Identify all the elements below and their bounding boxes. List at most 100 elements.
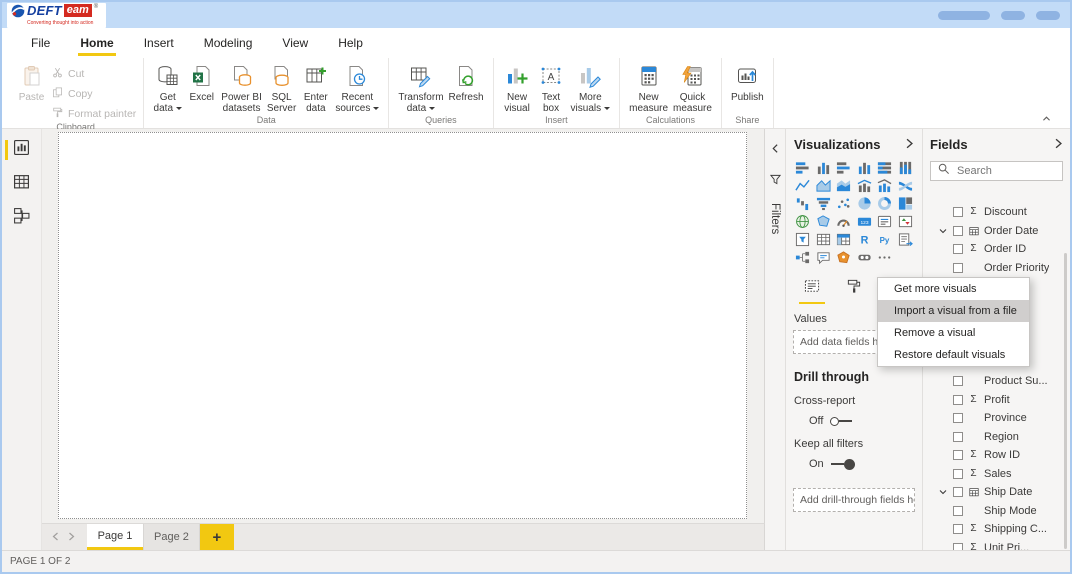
field-checkbox[interactable] [953, 542, 963, 550]
menu-file[interactable]: File [16, 28, 65, 58]
tab-fields[interactable] [799, 278, 825, 304]
field-checkbox[interactable] [953, 505, 963, 516]
menu-help[interactable]: Help [323, 28, 378, 58]
field-checkbox[interactable] [953, 244, 963, 255]
viz-treemap[interactable] [897, 197, 915, 214]
window-control-pill[interactable] [938, 10, 990, 20]
context-menu-item-restore-default-visuals[interactable]: Restore default visuals [878, 344, 1029, 366]
page-tab-page-1[interactable]: Page 1 [87, 524, 143, 550]
collapse-ribbon-button[interactable] [1038, 112, 1054, 125]
field-item-ship-mode[interactable]: Ship Mode [929, 502, 1064, 521]
collapse-chevron-icon[interactable] [936, 487, 949, 497]
viz-kpi[interactable] [897, 215, 915, 232]
viz-multi-row-card[interactable] [876, 215, 894, 232]
new-page-button[interactable]: + [199, 524, 234, 550]
viz-hundred-stacked-column-chart[interactable] [897, 161, 915, 178]
ribbon-text-box-button[interactable]: A Text box [535, 63, 568, 115]
sidebar-model-view-button[interactable] [2, 205, 42, 231]
viz-qa-visual[interactable] [815, 252, 833, 268]
viz-pie-chart[interactable] [856, 197, 874, 214]
ribbon-new-measure-button[interactable]: New measure [627, 63, 670, 115]
viz-funnel-chart[interactable] [815, 197, 833, 214]
viz-key-influencers[interactable] [794, 251, 812, 268]
viz-slicer[interactable] [794, 232, 812, 250]
viz-map[interactable] [794, 215, 812, 232]
collapse-chevron-icon[interactable] [936, 226, 949, 236]
viz-stacked-column-chart[interactable] [815, 162, 833, 178]
collapse-fields-chevron-icon[interactable] [1054, 137, 1063, 152]
expand-filters-chevron-icon[interactable] [770, 141, 781, 159]
previous-page-icon[interactable] [52, 528, 59, 546]
ribbon-sql-server-button[interactable]: SQL Server [265, 63, 298, 115]
viz-line-and-stacked-column-chart[interactable] [856, 179, 874, 196]
field-item-order-date[interactable]: Order Date [929, 222, 1064, 241]
context-menu-item-get-more-visuals[interactable]: Get more visuals [878, 278, 1029, 300]
ribbon-cut-button[interactable]: Cut [51, 66, 136, 82]
cross-report-toggle[interactable] [830, 416, 853, 426]
field-item-unit-pri[interactable]: Σ Unit Pri... [929, 539, 1064, 550]
ribbon-refresh-button[interactable]: Refresh [447, 63, 486, 104]
field-checkbox[interactable] [953, 413, 963, 424]
field-item-product-su[interactable]: Product Su... [929, 372, 1064, 391]
viz-arcgis-map[interactable] [835, 251, 853, 268]
ribbon-transform-data-button[interactable]: Transform data [396, 63, 445, 115]
field-item-order-id[interactable]: Σ Order ID [929, 240, 1064, 259]
ribbon-paste-button[interactable]: Paste [15, 63, 48, 104]
field-checkbox[interactable] [953, 487, 963, 498]
ribbon-more-visuals-button[interactable]: More visuals [569, 63, 613, 115]
viz-gauge[interactable] [835, 216, 853, 232]
field-item-order-priority[interactable]: Order Priority [929, 259, 1064, 278]
next-page-icon[interactable] [68, 528, 75, 546]
field-checkbox[interactable] [953, 450, 963, 461]
viz-clustered-column-chart[interactable] [856, 162, 874, 178]
sidebar-report-view-button[interactable] [2, 137, 42, 163]
viz-area-chart[interactable] [815, 179, 833, 196]
window-control-pill[interactable] [1036, 10, 1060, 20]
ribbon-copy-button[interactable]: Copy [51, 86, 136, 102]
viz-stacked-bar-chart[interactable] [794, 162, 812, 178]
filter-funnel-icon[interactable] [769, 172, 781, 190]
viz-donut-chart[interactable] [876, 197, 894, 214]
context-menu-item-remove-a-visual[interactable]: Remove a visual [878, 322, 1029, 344]
ribbon-new-visual-button[interactable]: New visual [501, 63, 534, 115]
report-page-canvas[interactable] [58, 132, 747, 519]
viz-line-and-clustered-column-chart[interactable] [876, 179, 894, 196]
viz-r-script-visual[interactable]: R [856, 234, 874, 250]
tab-format[interactable] [841, 278, 867, 304]
field-item-ship-date[interactable]: Ship Date [929, 483, 1064, 502]
ribbon-excel-button[interactable]: Excel [185, 63, 218, 104]
field-item-profit[interactable]: Σ Profit [929, 391, 1064, 410]
ribbon-publish-button[interactable]: Publish [729, 63, 766, 104]
viz-clustered-bar-chart[interactable] [835, 162, 853, 178]
menu-view[interactable]: View [267, 28, 323, 58]
menu-modeling[interactable]: Modeling [189, 28, 268, 58]
page-tab-page-2[interactable]: Page 2 [143, 524, 200, 550]
field-item-discount[interactable]: Σ Discount [929, 203, 1064, 222]
collapse-visualizations-chevron-icon[interactable] [905, 137, 914, 152]
keep-all-filters-toggle[interactable] [830, 458, 855, 470]
viz-metrics-visual[interactable] [856, 252, 874, 268]
viz-scatter-chart[interactable] [835, 198, 853, 214]
field-checkbox[interactable] [953, 225, 963, 236]
viz-ribbon-chart[interactable] [897, 180, 915, 196]
viz-paginated-report[interactable] [897, 233, 915, 250]
ribbon-recent-sources-button[interactable]: Recent sources [333, 63, 381, 115]
ribbon-enter-data-button[interactable]: Enter data [299, 63, 332, 115]
field-item-region[interactable]: Region [929, 428, 1064, 447]
ribbon-format-painter-button[interactable]: Format painter [51, 106, 136, 122]
ribbon-get-data-button[interactable]: Get data [151, 63, 184, 115]
viz-stacked-area-chart[interactable] [835, 180, 853, 196]
search-input[interactable] [955, 164, 1055, 178]
filters-pane-label[interactable]: Filters [769, 203, 781, 234]
field-checkbox[interactable] [953, 524, 963, 535]
context-menu-item-import-a-visual-from-a-file[interactable]: Import a visual from a file [878, 300, 1029, 322]
fields-search-box[interactable] [930, 161, 1063, 181]
field-item-row-id[interactable]: Σ Row ID [929, 446, 1064, 465]
menu-home[interactable]: Home [65, 28, 128, 58]
viz-matrix[interactable] [835, 233, 853, 250]
viz-waterfall-chart[interactable] [794, 198, 812, 214]
viz-more-options-ellipsis[interactable] [876, 252, 894, 268]
field-checkbox[interactable] [953, 376, 963, 387]
field-checkbox[interactable] [953, 468, 963, 479]
field-item-shipping-c[interactable]: Σ Shipping C... [929, 520, 1064, 539]
